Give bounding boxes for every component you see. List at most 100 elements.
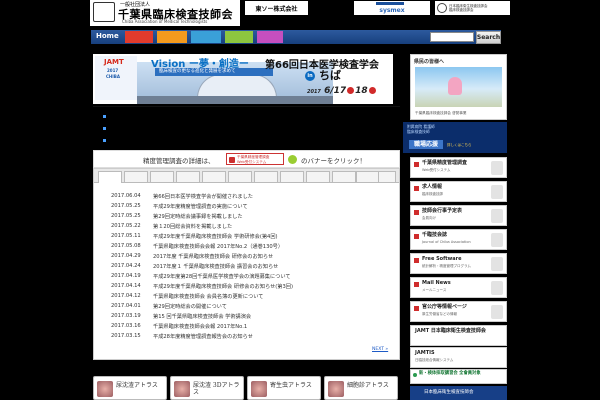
congress-banner[interactable]: JAMT 2017 CHIBA Vision ー夢・創造ー 臨床検査の更なる進化…	[93, 54, 393, 104]
sponsor-sysmex-banner[interactable]: sysmex	[354, 1, 430, 15]
sponsor-tosoh-banner[interactable]: 東ソー株式会社	[245, 1, 308, 15]
right-link-jamtis[interactable]: JAMTIS 日臨技総合情報システム	[410, 347, 507, 368]
news-tab-8[interactable]	[280, 171, 304, 182]
news-row[interactable]: 2017.05.11 平成29年度千葉県臨床検査技師会 学術研修会(第4回)	[111, 233, 391, 242]
recruit-ad-banner[interactable]: 附属病院 看護師 臨床検査技師 職場応援 詳しくはこちら	[403, 122, 507, 153]
site-logo[interactable]: 一般社団法人 千葉県臨床検査技師会 Chiba Association of M…	[90, 0, 240, 26]
sponsor-jamt-banner[interactable]: 日本臨床衛生検査技師会 臨床検査技師会	[435, 1, 510, 15]
news-row[interactable]: 2017.03.15 平成28年度精度管理調査報告会のお知らせ	[111, 333, 391, 342]
specimen-course-banner[interactable]: 新・検体採取講習会 全會員対象	[410, 369, 507, 384]
news-row[interactable]: 2017.05.25 第29回定時総会議事録を掲載しました	[111, 213, 391, 222]
news-date: 2017.04.24	[111, 263, 141, 269]
news-date: 2017.05.11	[111, 233, 141, 239]
news-tab-9[interactable]	[306, 171, 330, 182]
news-row[interactable]: 2017.04.29 2017年度 千葉県臨床検査技師会 研修会のお知らせ	[111, 253, 391, 262]
news-date: 2017.03.19	[111, 313, 141, 319]
news-title[interactable]: 2017年度１ 千葉県臨床検査技師会 講習会のお知らせ	[153, 263, 278, 270]
news-row[interactable]: 2017.04.24 2017年度１ 千葉県臨床検査技師会 講習会のお知らせ	[111, 263, 391, 272]
news-title[interactable]: 平成29年度千葉県臨床検査技師会 研修会のお知らせ(第3回)	[153, 283, 293, 290]
jamt-text: JAMT	[104, 58, 124, 66]
news-tab-6[interactable]	[228, 171, 252, 182]
news-title[interactable]: 平成29年度千葉県臨床検査技師会 学術研修会(第4回)	[153, 233, 278, 240]
news-row[interactable]: 2017.05.25 平成29年度精度管理調査の実施について	[111, 203, 391, 212]
news-row[interactable]: 2017.05.22 第１20回総会資料を掲載しました	[111, 223, 391, 232]
nav-home-link[interactable]: Home	[96, 32, 119, 40]
jamt-year: 2017	[107, 68, 119, 73]
atlas-label: 尿沈渣 3Dアトラス	[193, 382, 240, 396]
bullet-icon	[414, 282, 419, 287]
bullet-icon	[414, 234, 419, 239]
right-link-quality-survey[interactable]: 千葉県精度管理調査 Web受付システム	[410, 157, 507, 178]
news-title[interactable]: 第29回定時総会議事録を掲載しました	[153, 213, 243, 220]
news-row[interactable]: 2017.04.01 第29回定時総会の開催について	[111, 303, 391, 312]
atlas-button-urine-3d[interactable]: 尿沈渣 3Dアトラス	[170, 376, 244, 400]
atlas-label: 寄生虫アトラス	[270, 382, 312, 389]
precision-survey-banner-link[interactable]: 千葉県精度管理調査 Web受付システム	[226, 153, 284, 165]
news-tab-11[interactable]	[356, 171, 380, 182]
news-tab-5[interactable]	[202, 171, 226, 182]
nav-item-5[interactable]	[257, 31, 283, 43]
news-title[interactable]: 2017年度 千葉県臨床検査技師会 研修会のお知らせ	[153, 253, 273, 260]
news-tab-4[interactable]	[176, 171, 200, 182]
cytology-thumbnail-icon	[328, 381, 344, 397]
atlas-button-parasite[interactable]: 寄生虫アトラス	[247, 376, 321, 400]
news-row[interactable]: 2017.04.12 千葉県臨床検査技師会 会員名簿の更新について	[111, 293, 391, 302]
news-title[interactable]: 千葉県臨床検査技師会会報 2017年No.2（通巻130号）	[153, 243, 283, 250]
news-row[interactable]: 2017.04.14 平成29年度千葉県臨床検査技師会 研修会のお知らせ(第3回)	[111, 283, 391, 292]
news-tab-3[interactable]	[150, 171, 174, 182]
news-title[interactable]: 第15 回千葉県臨床検査技師会 学術講演会	[153, 313, 251, 320]
search-button[interactable]: Search	[476, 31, 501, 44]
news-row[interactable]: 2017.04.19 平成29年度第28回千葉県医学検査学会の演題募集について	[111, 273, 391, 282]
news-title[interactable]: 平成29年度精度管理調査の実施について	[153, 203, 248, 210]
news-tab-1[interactable]	[98, 171, 122, 183]
right-link-free-software[interactable]: Free Software 統計解析・精度管理プログラム	[410, 253, 507, 274]
news-title[interactable]: 第１20回総会資料を掲載しました	[153, 223, 232, 230]
news-title[interactable]: 第29回定時総会の開催について	[153, 303, 227, 310]
news-title[interactable]: 千葉県臨床検査技師会会報 2017年No.1	[153, 323, 247, 330]
right-link-sub: 会員向け	[422, 216, 436, 220]
news-row[interactable]: 2017.03.19 第15 回千葉県臨床検査技師会 学術講演会	[111, 313, 391, 322]
right-link-journal[interactable]: 千臨技会誌 Journal of Chiba Association	[410, 229, 507, 250]
atlas-button-urine-sediment[interactable]: 尿沈渣アトラス	[93, 376, 167, 400]
news-tab-10[interactable]	[332, 171, 356, 182]
right-link-sub: 統計解析・精度管理プログラム	[422, 264, 471, 268]
news-tab-7[interactable]	[254, 171, 278, 182]
ad-sub: 詳しくはこちら	[447, 143, 472, 147]
news-title[interactable]: 第66回日本医学検査学会が開催されました	[153, 193, 253, 200]
news-title[interactable]: 平成28年度精度管理調査報告会のお知らせ	[153, 333, 253, 340]
jamt-congress-logo: JAMT 2017 CHIBA	[95, 56, 137, 100]
saturday-dot-icon	[347, 87, 355, 94]
right-link-jobs[interactable]: 求人情報 臨床検査技師	[410, 181, 507, 202]
news-row[interactable]: 2017.06.04 第66回日本医学検査学会が開催されました	[111, 193, 391, 202]
news-title[interactable]: 平成29年度第28回千葉県医学検査学会の演題募集について	[153, 273, 291, 280]
news-row[interactable]: 2017.05.08 千葉県臨床検査技師会会報 2017年No.2（通巻130号）	[111, 243, 391, 252]
atlas-button-cytology[interactable]: 細胞診アトラス	[324, 376, 398, 400]
logo-english-name: Chiba Association of Medical Technologis…	[122, 19, 208, 24]
right-link-jamt[interactable]: JAMT 日本臨床衛生検査技師会	[410, 325, 507, 346]
jamt-footer-banner[interactable]: 日本臨床衛生検査技師会	[410, 386, 507, 400]
news-tab-bar	[94, 169, 399, 183]
banner-in-badge: in	[305, 71, 315, 81]
right-link-mail-news[interactable]: Mail News メールニュース	[410, 277, 507, 298]
news-date: 2017.04.01	[111, 303, 141, 309]
nav-item-3[interactable]	[191, 31, 221, 43]
notice-banner-line2: Web受付システム	[237, 159, 267, 164]
right-link-government[interactable]: 官公庁等情報ページ 厚生労働省などの情報	[410, 301, 507, 322]
news-title[interactable]: 千葉県臨床検査技師会 会員名簿の更新について	[153, 293, 263, 300]
right-link-schedule[interactable]: 技師会行事予定表 会員向け	[410, 205, 507, 226]
citizen-info-box[interactable]: 県民の皆様へ 千葉県臨床検査技師会 啓発事業	[410, 54, 507, 120]
news-tab-2[interactable]	[124, 171, 148, 182]
nav-item-1[interactable]	[125, 31, 153, 43]
atlas-label: 細胞診アトラス	[347, 382, 389, 389]
news-date: 2017.05.22	[111, 223, 141, 229]
search-input[interactable]	[430, 32, 474, 42]
news-next-link[interactable]: NEXT »	[372, 347, 388, 352]
nav-item-2[interactable]	[157, 31, 187, 43]
nav-item-4[interactable]	[225, 31, 253, 43]
banner-date-from: 6/17	[324, 86, 347, 96]
right-link-title: 技師会行事予定表	[422, 208, 463, 214]
news-tab-12[interactable]	[378, 171, 396, 182]
right-link-title: JAMT 日本臨床衛生検査技師会	[415, 328, 486, 334]
news-row[interactable]: 2017.03.16 千葉県臨床検査技師会会報 2017年No.1	[111, 323, 391, 332]
right-link-title: 千葉県精度管理調査	[422, 160, 468, 166]
